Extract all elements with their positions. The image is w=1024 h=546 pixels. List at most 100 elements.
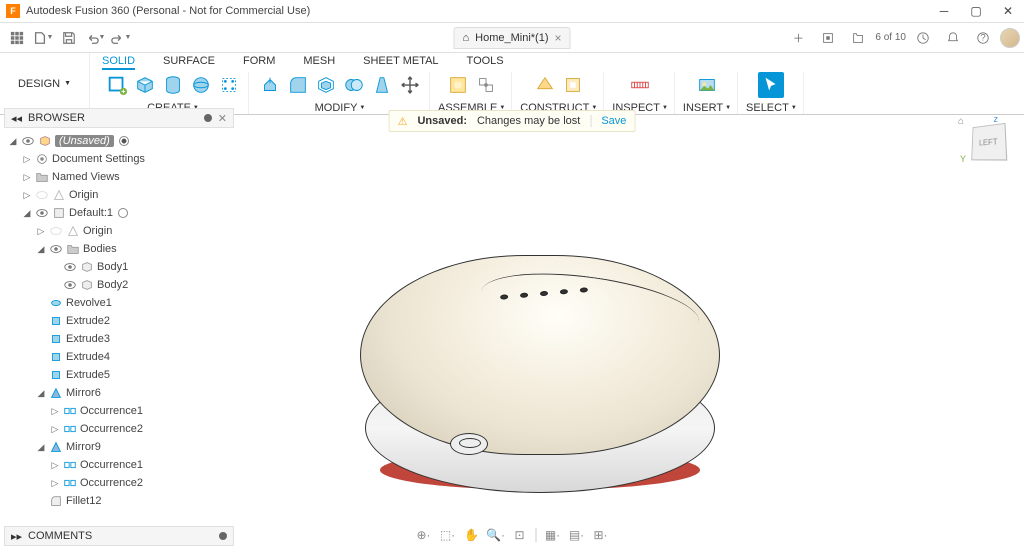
measure-icon[interactable] [627, 72, 653, 98]
save-icon[interactable] [58, 27, 80, 49]
fillet-icon[interactable] [285, 72, 311, 98]
fit-icon[interactable]: ⊡ [510, 526, 530, 544]
node-body1[interactable]: Body1 [4, 258, 234, 276]
redo-icon[interactable]: ▼ [110, 27, 132, 49]
node-extrude5[interactable]: Extrude5 [4, 366, 234, 384]
grid-icon[interactable]: ▤· [567, 526, 587, 544]
node-origin2[interactable]: ▷Origin [4, 222, 234, 240]
user-avatar[interactable] [1000, 28, 1020, 48]
node-mirror6[interactable]: ◢Mirror6 [4, 384, 234, 402]
body-icon [80, 278, 94, 292]
document-tab[interactable]: ⌂ Home_Mini*(1) × [453, 27, 570, 49]
node-extrude4[interactable]: Extrude4 [4, 348, 234, 366]
right-cluster: ＋ 6 of 10 ? [785, 27, 1020, 49]
node-bodies[interactable]: ◢Bodies [4, 240, 234, 258]
node-occ1b[interactable]: ▷Occurrence1 [4, 456, 234, 474]
new-tab-button[interactable]: ＋ [787, 27, 809, 49]
sketch-icon[interactable] [104, 72, 130, 98]
model-3d[interactable] [360, 255, 720, 495]
group-assemble: ASSEMBLE▼ [432, 72, 512, 114]
tab-surface[interactable]: SURFACE [163, 55, 215, 70]
clock-icon[interactable] [912, 27, 934, 49]
title-bar: F Autodesk Fusion 360 (Personal - Not fo… [0, 0, 1024, 23]
node-origin[interactable]: ▷Origin [4, 186, 234, 204]
comments-panel[interactable]: ▸▸ COMMENTS [4, 526, 234, 546]
expand-icon[interactable]: ▸▸ [11, 530, 22, 543]
root-node[interactable]: ◢(Unsaved) [4, 132, 234, 150]
tab-solid[interactable]: SOLID [102, 55, 135, 70]
quick-access-bar: ▼ ▼ ▼ ⌂ Home_Mini*(1) × ＋ 6 of 10 ? [0, 23, 1024, 53]
jobs-icon[interactable] [847, 27, 869, 49]
cylinder-icon[interactable] [160, 72, 186, 98]
tab-tools[interactable]: TOOLS [467, 55, 504, 70]
node-occ2b[interactable]: ▷Occurrence2 [4, 474, 234, 492]
home-icon[interactable]: ⌂ [958, 116, 964, 127]
plane-icon[interactable] [532, 72, 558, 98]
insert-icon[interactable] [694, 72, 720, 98]
extensions-icon[interactable] [817, 27, 839, 49]
display-icon[interactable]: ▦· [543, 526, 563, 544]
mirror-icon [49, 440, 63, 454]
combine-icon[interactable] [341, 72, 367, 98]
cube-face[interactable]: LEFT [971, 123, 1007, 161]
collapse-icon[interactable]: ◂◂ [11, 112, 22, 125]
close-button[interactable]: ✕ [992, 0, 1024, 23]
node-occ1[interactable]: ▷Occurrence1 [4, 402, 234, 420]
pan-icon[interactable]: ✋ [462, 526, 482, 544]
options-icon[interactable] [219, 532, 227, 540]
tab-mesh[interactable]: MESH [303, 55, 335, 70]
zoom-icon[interactable]: 🔍· [486, 526, 506, 544]
node-views[interactable]: ▷Named Views [4, 168, 234, 186]
undo-icon[interactable]: ▼ [84, 27, 106, 49]
pattern-icon [63, 476, 77, 490]
maximize-button[interactable]: ▢ [960, 0, 992, 23]
extrude-icon [49, 350, 63, 364]
options-icon[interactable] [204, 114, 212, 122]
component-icon [52, 206, 66, 220]
file-icon[interactable]: ▼ [32, 27, 54, 49]
select-icon[interactable] [758, 72, 784, 98]
minimize-button[interactable]: ─ [928, 0, 960, 23]
torus-icon[interactable] [216, 72, 242, 98]
shell-icon[interactable] [313, 72, 339, 98]
tab-close-icon[interactable]: × [555, 31, 562, 45]
close-panel-icon[interactable]: ✕ [218, 112, 227, 125]
workspace-switcher[interactable]: DESIGN▼ [0, 53, 90, 114]
node-fillet[interactable]: Fillet12 [4, 492, 234, 510]
window-title: Autodesk Fusion 360 (Personal - Not for … [26, 5, 928, 17]
node-mirror9[interactable]: ◢Mirror9 [4, 438, 234, 456]
help-icon[interactable]: ? [972, 27, 994, 49]
apps-icon[interactable] [6, 27, 28, 49]
lookat-icon[interactable]: ⬚· [438, 526, 458, 544]
sphere-icon[interactable] [188, 72, 214, 98]
node-default[interactable]: ◢Default:1 [4, 204, 234, 222]
draft-icon[interactable] [369, 72, 395, 98]
node-occ2[interactable]: ▷Occurrence2 [4, 420, 234, 438]
node-body2[interactable]: Body2 [4, 276, 234, 294]
joint-icon[interactable] [473, 72, 499, 98]
ribbon-tabs: SOLID SURFACE FORM MESH SHEET METAL TOOL… [90, 53, 1024, 70]
activate-radio[interactable] [118, 208, 128, 218]
node-revolve[interactable]: Revolve1 [4, 294, 234, 312]
presspull-icon[interactable] [257, 72, 283, 98]
tab-sheetmetal[interactable]: SHEET METAL [363, 55, 438, 70]
extrude-icon [49, 314, 63, 328]
view-cube[interactable]: ⌂ z LEFT Y [964, 118, 1012, 166]
gear-icon [35, 152, 49, 166]
node-extrude2[interactable]: Extrude2 [4, 312, 234, 330]
extrude-icon [49, 332, 63, 346]
tab-form[interactable]: FORM [243, 55, 275, 70]
activate-radio[interactable] [119, 136, 129, 146]
box-icon[interactable] [132, 72, 158, 98]
node-extrude3[interactable]: Extrude3 [4, 330, 234, 348]
move-icon[interactable] [397, 72, 423, 98]
axis-icon[interactable] [560, 72, 586, 98]
viewport-icon[interactable]: ⊞· [591, 526, 611, 544]
bell-icon[interactable] [942, 27, 964, 49]
alert-save-link[interactable]: Save [590, 115, 626, 127]
orbit-icon[interactable]: ⊕· [414, 526, 434, 544]
component-icon[interactable] [445, 72, 471, 98]
browser-header[interactable]: ◂◂ BROWSER ✕ [4, 108, 234, 128]
node-docset[interactable]: ▷Document Settings [4, 150, 234, 168]
pattern-icon [63, 458, 77, 472]
